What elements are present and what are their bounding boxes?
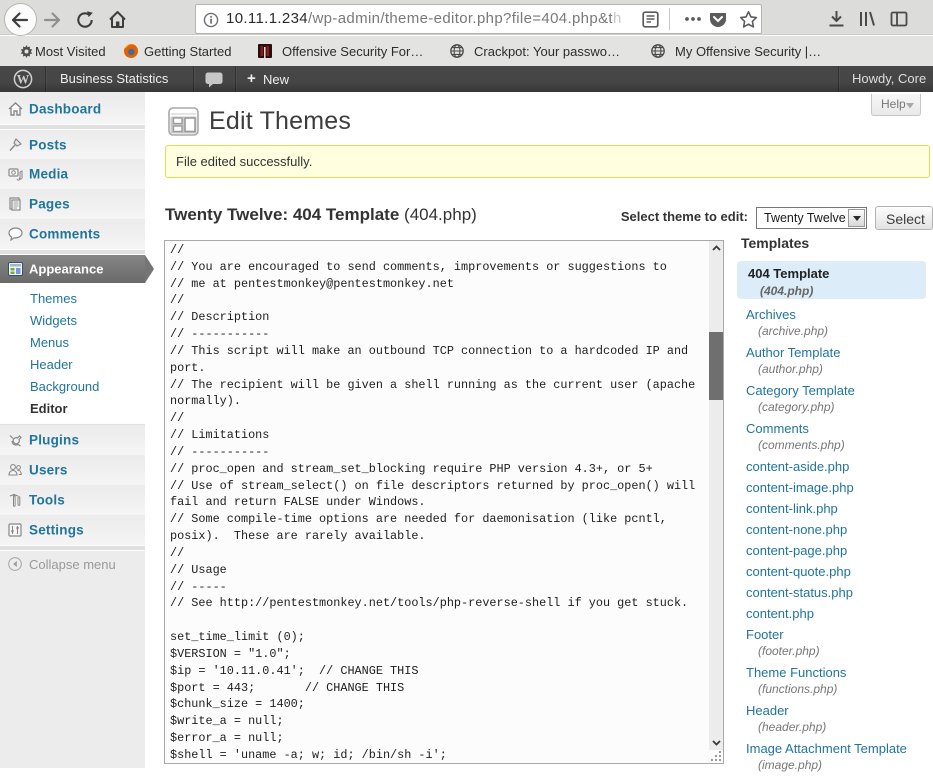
svg-text:W: W bbox=[17, 72, 30, 86]
